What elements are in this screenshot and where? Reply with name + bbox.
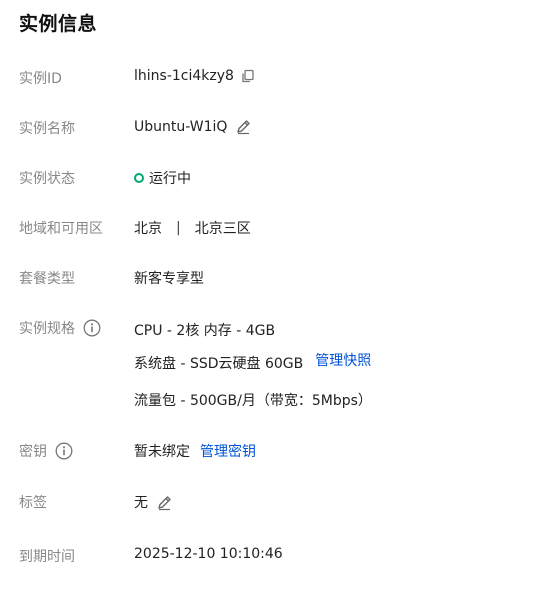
edit-icon[interactable] [156, 494, 173, 511]
running-status-icon [134, 173, 144, 183]
instance-name-label: 实例名称 [19, 121, 75, 137]
page-title: 实例信息 [19, 13, 98, 35]
instance-status-label: 实例状态 [19, 171, 75, 187]
instance-name-value-group: Ubuntu-W1iQ [134, 118, 252, 135]
zone-value: 北京三区 [194, 221, 251, 237]
manage-key-link[interactable]: 管理密钥 [200, 441, 256, 461]
instance-id-value-group: lhins-1ci4kzy8 [134, 68, 255, 84]
instance-name-value: Ubuntu-W1iQ [134, 118, 228, 135]
copy-icon[interactable] [241, 69, 255, 83]
tags-value: 无 [134, 495, 148, 511]
region-label: 地域和可用区 [19, 221, 103, 237]
package-type-value: 新客专享型 [134, 271, 204, 287]
key-value: 暂未绑定 [134, 444, 190, 460]
region-separator: | [176, 220, 181, 236]
spec-traffic: 流量包 - 500GB/月（带宽：5Mbps） [134, 393, 372, 409]
spec-disk-group: 系统盘 - SSD云硬盘 60GB 管理快照 [134, 353, 371, 373]
package-type-label: 套餐类型 [19, 271, 75, 287]
key-label: 密钥 [19, 444, 47, 460]
tags-value-group: 无 [134, 492, 173, 512]
info-icon[interactable] [83, 319, 101, 337]
expire-value: 2025-12-10 10:10:46 [134, 546, 283, 562]
expire-label: 到期时间 [19, 549, 75, 565]
spec-cpu-mem: CPU - 2核 内存 - 4GB [134, 323, 276, 339]
info-icon[interactable] [55, 442, 73, 460]
tags-label: 标签 [19, 495, 47, 511]
spec-label: 实例规格 [19, 321, 75, 337]
instance-id-label: 实例ID [19, 71, 62, 87]
manage-snapshot-link[interactable]: 管理快照 [315, 350, 371, 370]
key-label-group: 密钥 [19, 441, 73, 461]
instance-status-value-group: 运行中 [134, 168, 191, 188]
spec-label-group: 实例规格 [19, 318, 101, 338]
instance-id-value: lhins-1ci4kzy8 [134, 68, 234, 84]
key-value-group: 暂未绑定 管理密钥 [134, 441, 256, 461]
spec-disk: 系统盘 - SSD云硬盘 60GB [134, 356, 304, 372]
edit-icon[interactable] [235, 118, 252, 135]
region-value-group: 北京 | 北京三区 [134, 218, 251, 238]
instance-status-value: 运行中 [149, 171, 191, 187]
region-value: 北京 [134, 221, 162, 237]
